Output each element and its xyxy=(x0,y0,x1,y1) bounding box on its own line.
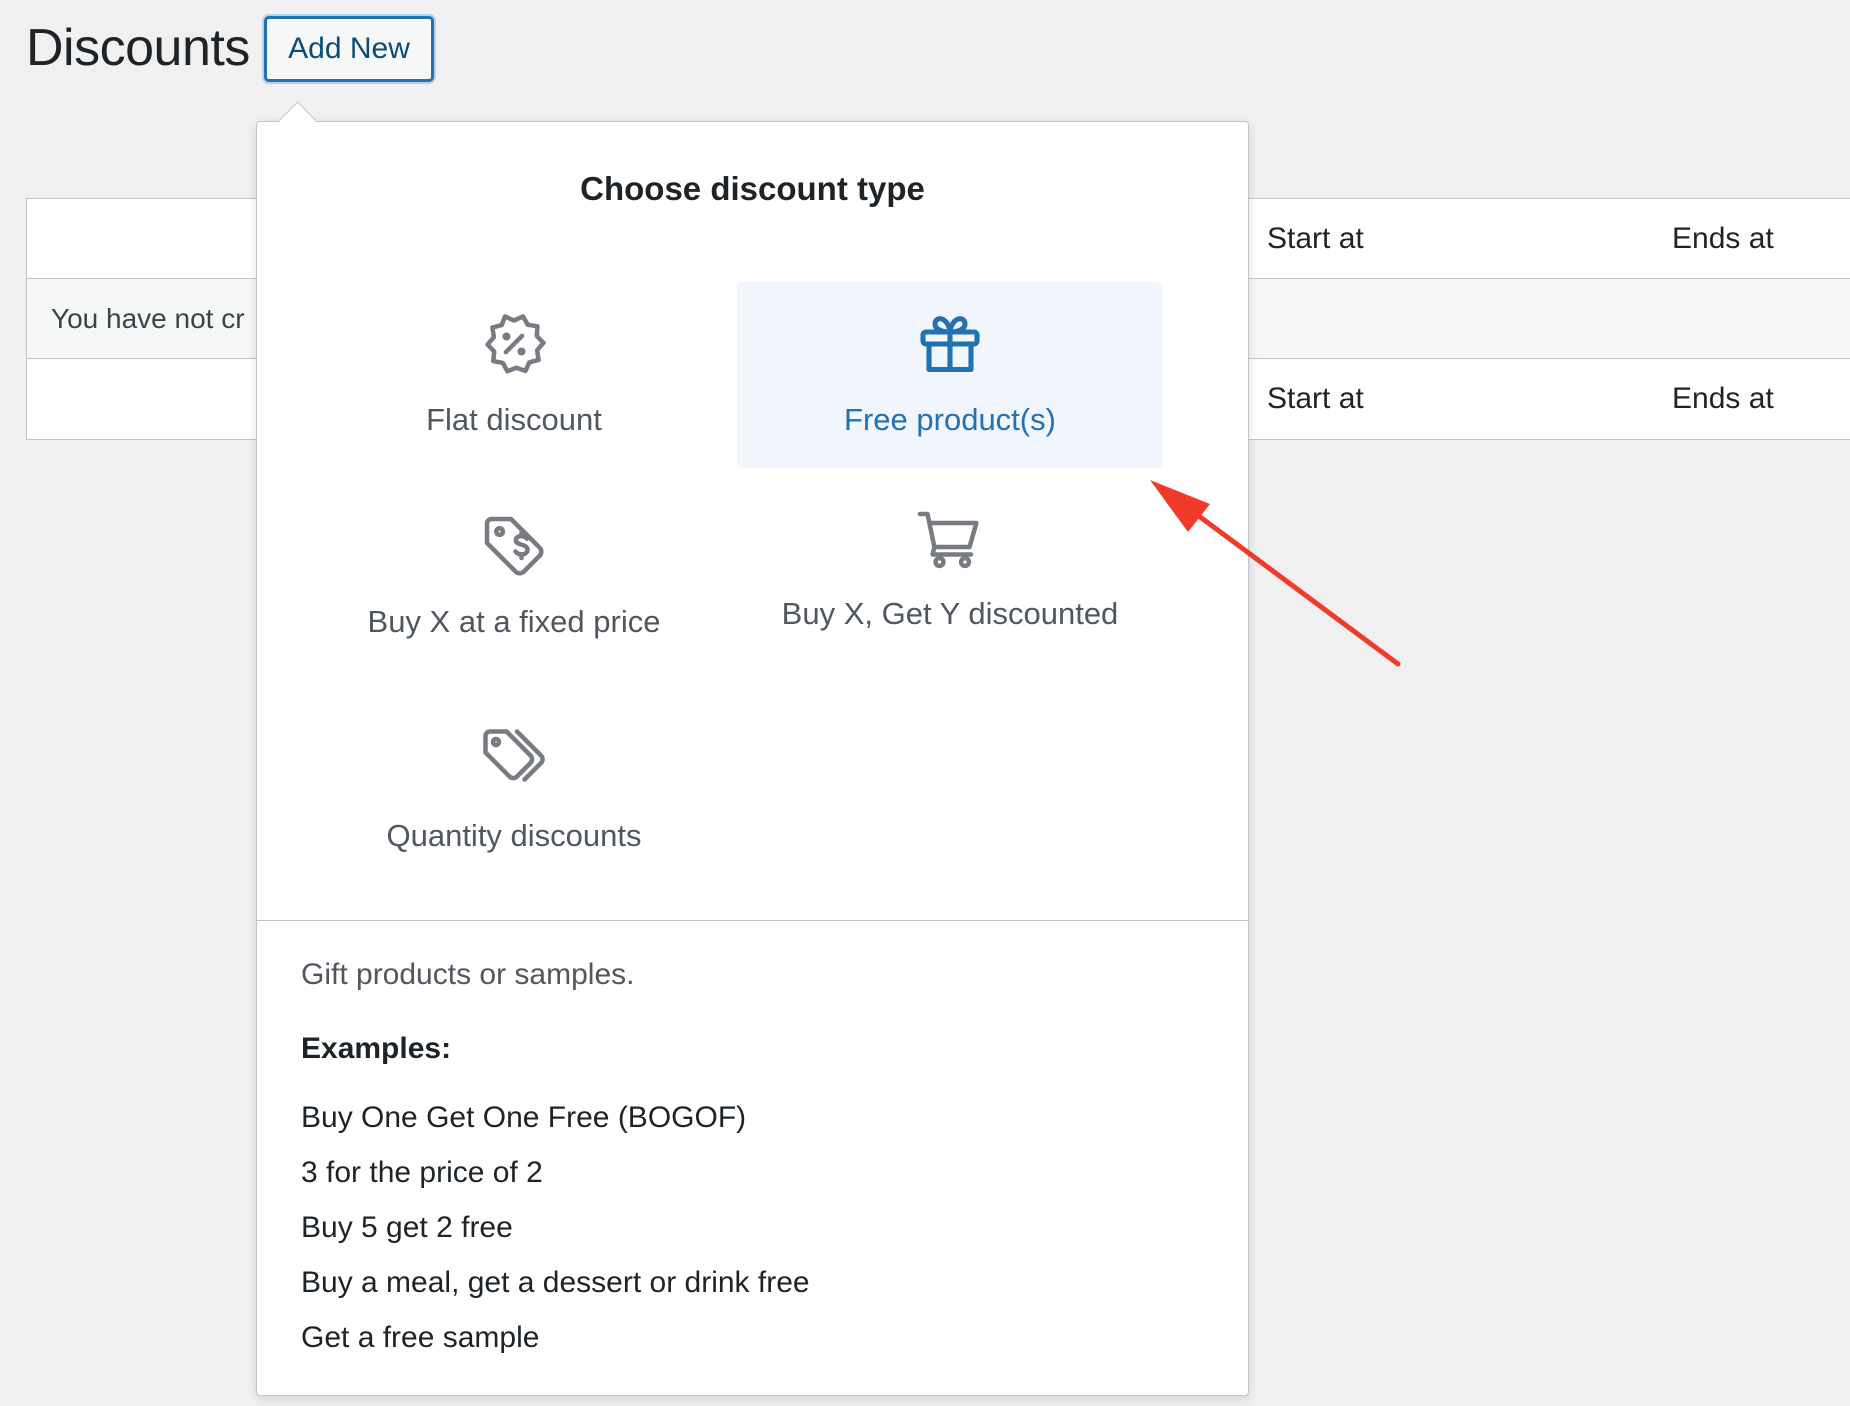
annotation-arrow-icon xyxy=(1150,480,1401,667)
popover-divider xyxy=(257,920,1248,921)
option-label: Free product(s) xyxy=(844,402,1056,437)
empty-table-message: You have not cr xyxy=(51,303,245,334)
column-header-ends-at[interactable]: Ends at xyxy=(1672,199,1774,279)
option-free-products[interactable]: Free product(s) xyxy=(737,282,1163,468)
footer-column-start-at[interactable]: Start at xyxy=(1267,359,1364,439)
cart-icon xyxy=(917,511,979,569)
option-buy-x-fixed-price[interactable]: Buy X at a fixed price xyxy=(301,484,727,670)
add-new-button[interactable]: Add New xyxy=(264,16,434,82)
tags-icon xyxy=(483,729,545,782)
list-item: Buy a meal, get a dessert or drink free xyxy=(301,1266,810,1299)
option-flat-discount[interactable]: Flat discount xyxy=(301,282,727,468)
option-label: Quantity discounts xyxy=(386,818,642,853)
option-label: Flat discount xyxy=(426,402,602,437)
column-header-start-at[interactable]: Start at xyxy=(1267,199,1364,279)
discount-type-description: Gift products or samples. xyxy=(301,958,635,991)
option-quantity-discounts[interactable]: Quantity discounts xyxy=(301,698,727,884)
list-item: Buy 5 get 2 free xyxy=(301,1211,513,1244)
option-buy-x-get-y[interactable]: Buy X, Get Y discounted xyxy=(737,476,1163,662)
footer-column-ends-at[interactable]: Ends at xyxy=(1672,359,1774,439)
gift-icon xyxy=(920,316,980,373)
dollar-tag-icon xyxy=(484,516,544,576)
page-title: Discounts xyxy=(26,19,250,77)
examples-list: Buy One Get One Free (BOGOF) 3 for the p… xyxy=(301,1090,810,1365)
option-label: Buy X, Get Y discounted xyxy=(781,596,1119,631)
list-item: Buy One Get One Free (BOGOF) xyxy=(301,1101,747,1134)
list-item: Get a free sample xyxy=(301,1321,540,1354)
percent-badge-icon xyxy=(485,314,546,374)
examples-heading: Examples: xyxy=(301,1032,452,1065)
discount-type-popover: Choose discount type Flat discount Free … xyxy=(256,121,1249,1396)
popover-title: Choose discount type xyxy=(580,170,925,207)
option-label: Buy X at a fixed price xyxy=(367,604,661,639)
list-item: 3 for the price of 2 xyxy=(301,1156,543,1189)
